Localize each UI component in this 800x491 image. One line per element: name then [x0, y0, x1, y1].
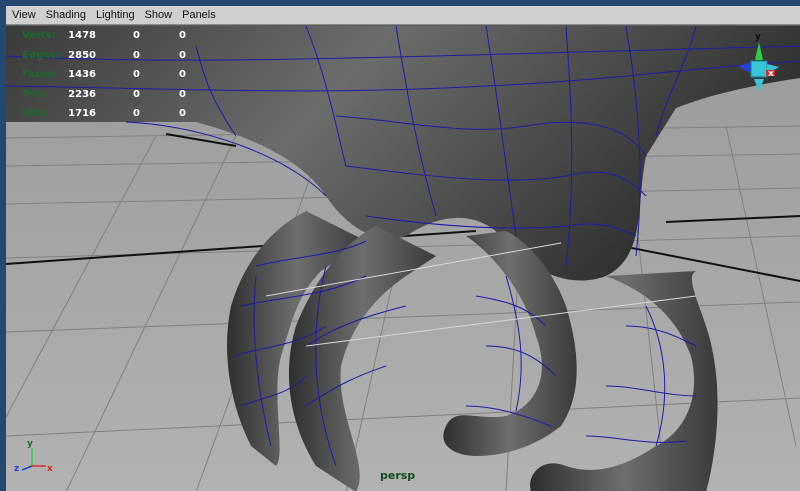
- axis-y-label: y: [27, 439, 33, 449]
- hud-row-tris: Tris: 2236 0 0: [10, 85, 200, 105]
- hud-value: 1436: [68, 69, 96, 81]
- axis-z-label: z: [14, 464, 19, 474]
- hud-row-edges: Edges: 2850 0 0: [10, 46, 200, 66]
- view-cube-face[interactable]: [750, 60, 768, 78]
- hud-value: 0: [133, 49, 140, 61]
- view-cube-y-label: y: [755, 32, 761, 42]
- hud-value: 0: [179, 30, 186, 42]
- hud-value: 0: [179, 69, 186, 81]
- view-cube-x-label: x: [768, 69, 774, 79]
- hud-value: 0: [133, 69, 140, 81]
- hud-value: 0: [179, 49, 186, 61]
- axis-x-label: x: [47, 464, 53, 474]
- hud-label: UVs:: [22, 108, 48, 120]
- hud-value: 1716: [68, 108, 96, 120]
- hud-value: 0: [133, 30, 140, 42]
- hud-row-faces: Faces: 1436 0 0: [10, 65, 200, 85]
- poly-count-hud: Verts: 1478 0 0 Edges: 2850 0 0 Faces: 1…: [10, 26, 200, 124]
- hud-value: 0: [179, 108, 186, 120]
- hud-value: 1478: [68, 30, 96, 42]
- hud-value: 0: [133, 108, 140, 120]
- hud-label: Edges:: [22, 49, 60, 61]
- menu-panels[interactable]: Panels: [178, 6, 222, 24]
- perspective-viewport[interactable]: Verts: 1478 0 0 Edges: 2850 0 0 Faces: 1…: [6, 25, 800, 491]
- hud-value: 0: [133, 88, 140, 100]
- axis-indicator-icon: y z x: [14, 439, 53, 474]
- hud-row-uvs: UVs: 1716 0 0: [10, 104, 200, 124]
- hud-label: Tris:: [22, 88, 47, 100]
- axis-z-line: [21, 465, 33, 471]
- hud-value: 2236: [68, 88, 96, 100]
- panel-menubar: View Shading Lighting Show Panels: [6, 6, 800, 25]
- hud-value: 2850: [68, 49, 96, 61]
- menu-lighting[interactable]: Lighting: [92, 6, 141, 24]
- menu-shading[interactable]: Shading: [42, 6, 92, 24]
- menu-view[interactable]: View: [8, 6, 42, 24]
- camera-name-label: persp: [380, 469, 416, 482]
- view-cube-icon[interactable]: y x: [734, 30, 784, 100]
- hud-label: Faces:: [22, 69, 58, 81]
- viewport-window: View Shading Lighting Show Panels Verts:…: [0, 0, 800, 491]
- view-cube-down-cone: [754, 79, 764, 92]
- hud-label: Verts:: [22, 30, 56, 42]
- menu-show[interactable]: Show: [141, 6, 179, 24]
- hud-value: 0: [179, 88, 186, 100]
- hud-row-verts: Verts: 1478 0 0: [10, 26, 200, 46]
- view-cube-y-arrow: [755, 42, 763, 60]
- view-cube-z-arrow: [738, 62, 752, 74]
